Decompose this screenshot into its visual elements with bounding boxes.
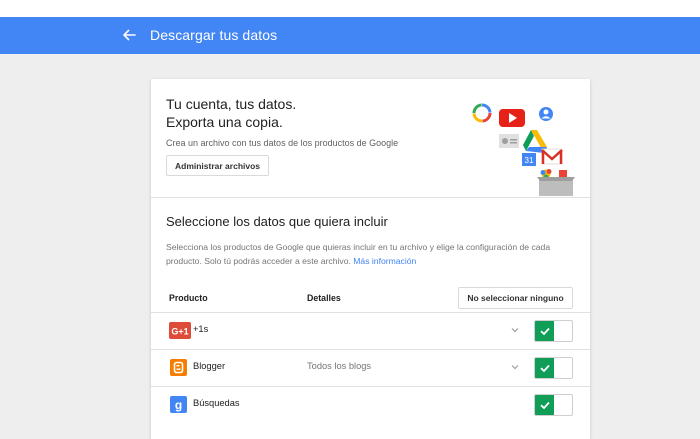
products-collage: 31	[472, 103, 575, 196]
gmail-icon	[541, 148, 563, 165]
page-title: Descargar tus datos	[150, 27, 278, 43]
top-strip	[0, 0, 700, 17]
column-header-details: Detalles	[307, 293, 341, 303]
section-title: Seleccione los datos que quiera incluir	[166, 214, 388, 229]
svg-text:31: 31	[525, 156, 534, 165]
svg-text:G+1: G+1	[171, 327, 188, 337]
toggle-on-indicator	[535, 321, 554, 341]
include-toggle[interactable]	[534, 394, 573, 416]
back-button[interactable]	[118, 24, 140, 46]
calendar-icon: 31	[522, 153, 536, 166]
contacts-icon	[539, 107, 553, 121]
google-photos-icon	[472, 103, 492, 123]
hero-title-line1: Tu cuenta, tus datos.	[166, 96, 297, 112]
product-name: Búsquedas	[193, 398, 240, 408]
check-icon	[539, 364, 550, 373]
svg-text:g: g	[175, 398, 182, 412]
hero-title: Tu cuenta, tus datos. Exporta una copia.	[166, 95, 296, 131]
toggle-on-indicator	[535, 395, 554, 415]
chevron-down-icon[interactable]	[508, 324, 522, 336]
hero-description: Crea un archivo con tus datos de los pro…	[166, 138, 399, 148]
google-plus-one-icon: G+1	[169, 322, 191, 339]
product-details: Todos los blogs	[307, 361, 372, 371]
product-row-searches: g Búsquedas	[151, 386, 590, 423]
app-bar: Descargar tus datos	[0, 17, 700, 54]
contacts-card-icon	[499, 134, 519, 148]
section-description: Selecciona los productos de Google que q…	[166, 240, 571, 268]
chevron-down-icon[interactable]	[508, 361, 522, 373]
check-icon	[539, 327, 550, 336]
product-row-blogger: Blogger Todos los blogs	[151, 349, 590, 386]
arrow-left-icon	[123, 29, 136, 41]
deselect-all-button[interactable]: No seleccionar ninguno	[458, 287, 573, 309]
hero-title-line2: Exporta una copia.	[166, 114, 283, 130]
column-header-product: Producto	[169, 293, 208, 303]
blogger-icon	[170, 359, 187, 376]
product-name: Blogger	[193, 361, 226, 371]
product-name: +1s	[193, 324, 209, 334]
google-search-icon: g	[170, 396, 187, 413]
product-row-plus-ones: G+1 +1s	[151, 312, 590, 349]
include-toggle[interactable]	[534, 357, 573, 379]
check-icon	[539, 401, 550, 410]
youtube-icon	[499, 109, 525, 127]
export-card: Tu cuenta, tus datos. Exporta una copia.…	[151, 79, 590, 439]
more-info-link[interactable]: Más información	[353, 256, 416, 266]
toggle-on-indicator	[535, 358, 554, 378]
manage-archives-button[interactable]: Administrar archivos	[166, 155, 269, 176]
section-divider	[151, 197, 590, 198]
include-toggle[interactable]	[534, 320, 573, 342]
